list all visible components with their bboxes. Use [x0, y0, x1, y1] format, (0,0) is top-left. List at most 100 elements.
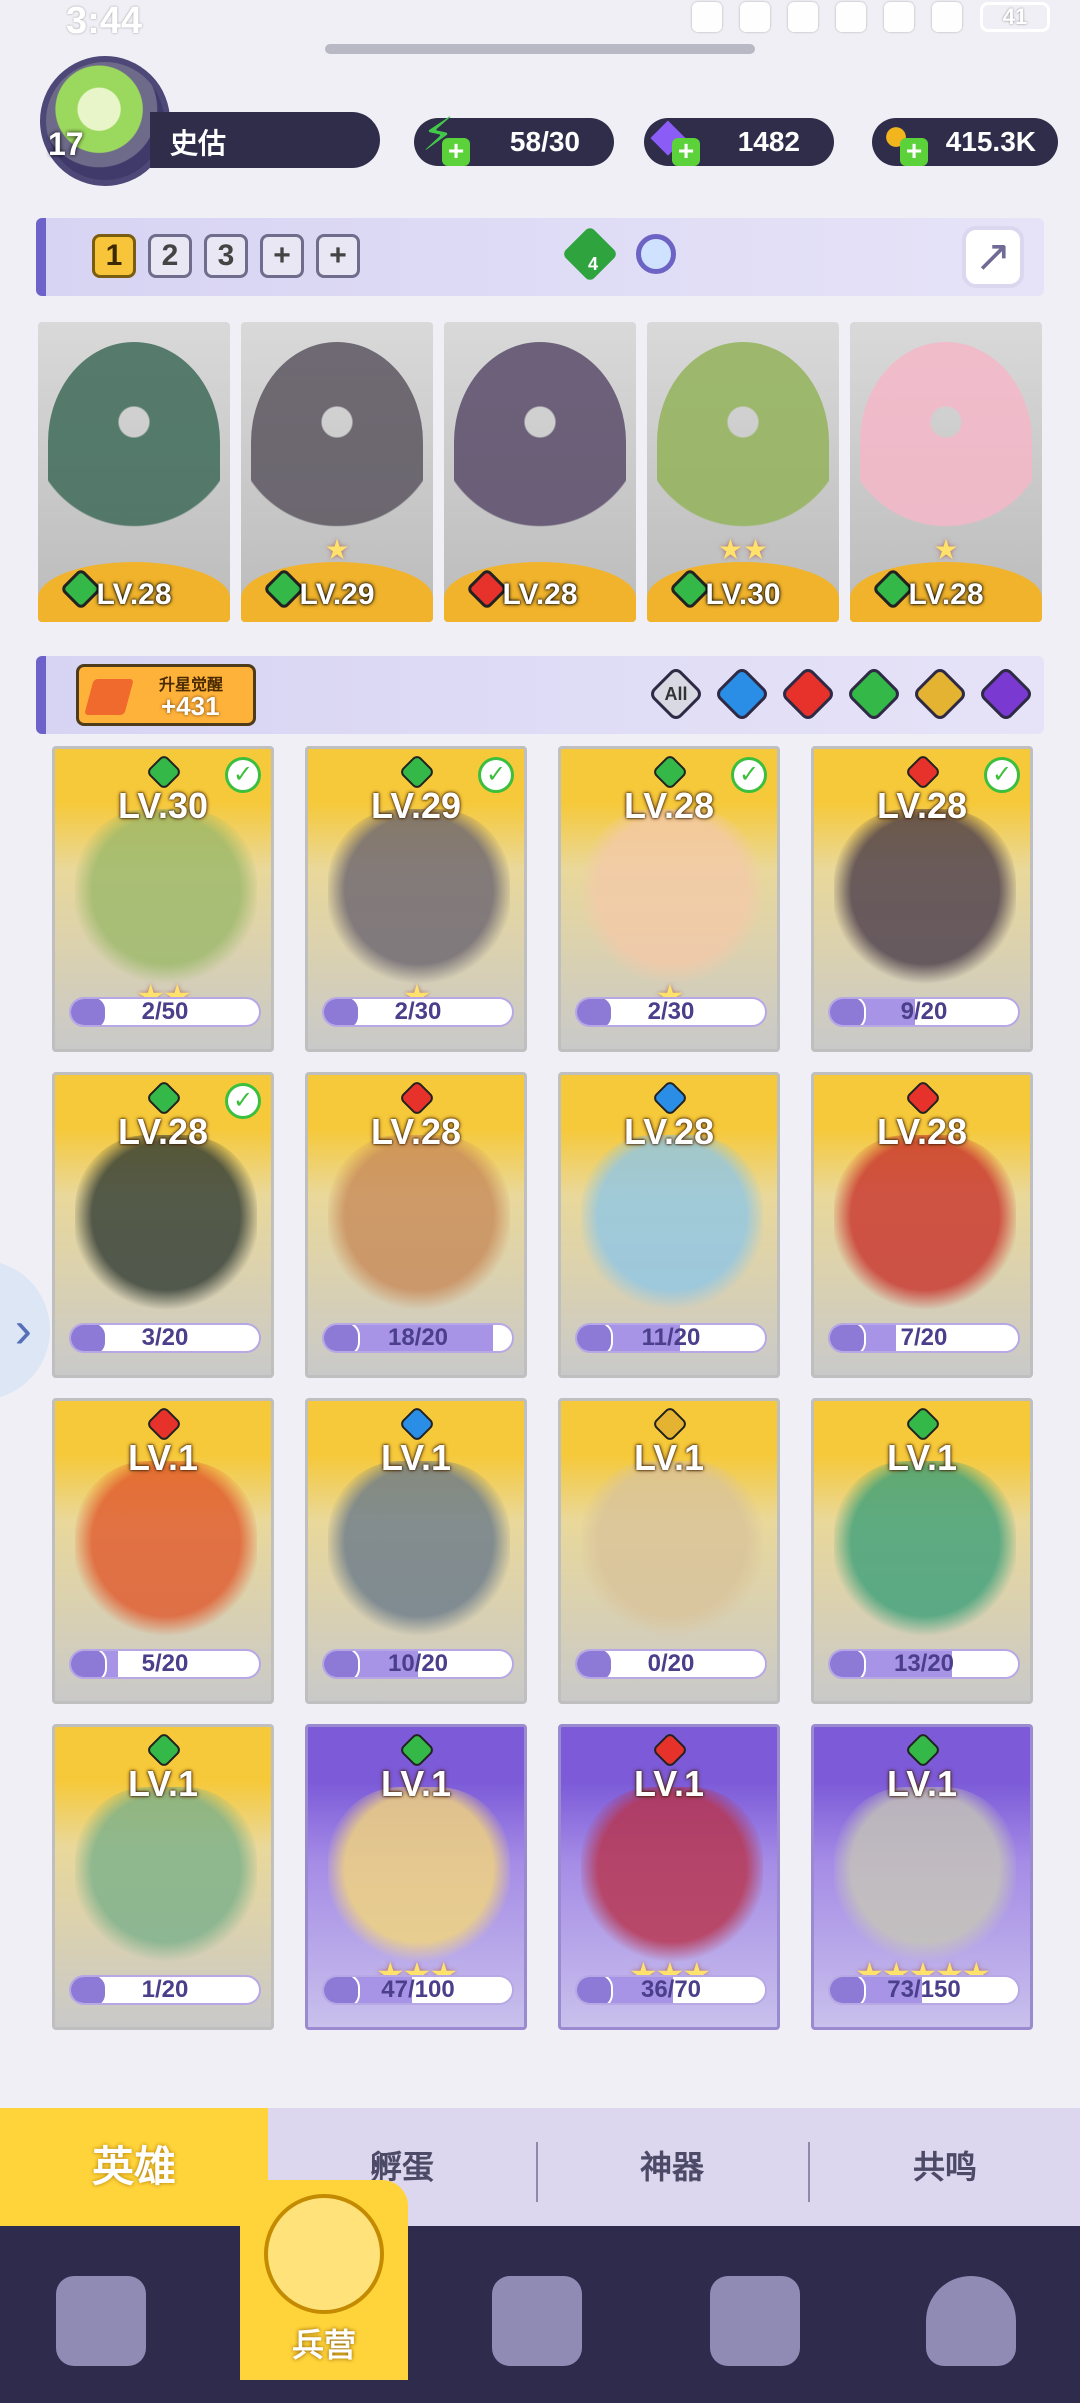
fragment-progress: 3/20 — [69, 1323, 261, 1353]
coin-resource[interactable]: ● + 415.3K — [872, 108, 1058, 166]
hero-portrait — [834, 1461, 1016, 1641]
expand-arrow-icon[interactable]: › — [0, 1260, 50, 1400]
add-team-tab[interactable]: + — [316, 234, 360, 278]
coin-value: 415.3K — [945, 126, 1036, 157]
progress-text: 5/20 — [141, 1650, 189, 1677]
hero-card[interactable]: LV.1 13/20 — [811, 1398, 1033, 1704]
fragment-progress: 1/20 — [69, 1975, 261, 2005]
nav-barracks[interactable]: 兵营 — [240, 2180, 408, 2380]
hero-card[interactable]: ✓ LV.29 ★ 2/30 — [305, 746, 527, 1052]
hero-card[interactable]: LV.28 11/20 — [558, 1072, 780, 1378]
hero-card[interactable]: LV.1 ★★★★★ 73/150 — [811, 1724, 1033, 2030]
nav-map[interactable] — [482, 2266, 592, 2376]
nav-cards[interactable] — [46, 2266, 156, 2376]
filter-fire-icon[interactable] — [779, 665, 837, 723]
status-icons: 41 — [692, 2, 1050, 32]
progress-text: 9/20 — [900, 998, 948, 1025]
team-hero-card[interactable]: ★ LV.29 — [241, 322, 433, 622]
progress-text: 13/20 — [893, 1650, 955, 1677]
alarm-icon — [740, 2, 770, 32]
fragment-progress: 18/20 — [322, 1323, 514, 1353]
hero-level: LV.28 — [502, 578, 578, 611]
team-lineup: LV.28 ★ LV.29 LV.28 ★★ LV.30 ★ LV.28 — [38, 322, 1042, 622]
search-icon[interactable] — [636, 234, 676, 274]
star-awaken-button[interactable]: 升星觉醒 +431 — [76, 664, 256, 726]
hero-card[interactable]: LV.1 0/20 — [558, 1398, 780, 1704]
fragment-progress: 47/100 — [322, 1975, 514, 2005]
tab-heroes[interactable]: 英雄 — [0, 2108, 268, 2226]
progress-text: 73/150 — [887, 1976, 961, 2003]
nav-barracks-label: 兵营 — [291, 2327, 356, 2363]
hero-card[interactable]: ✓ LV.28 9/20 — [811, 746, 1033, 1052]
hero-portrait — [75, 1135, 257, 1315]
hero-level: LV.1 — [633, 1437, 705, 1478]
filter-water-icon[interactable] — [713, 665, 771, 723]
hero-portrait — [328, 1787, 510, 1967]
drag-handle[interactable] — [325, 44, 755, 54]
tab-artifact[interactable]: 神器 — [538, 2108, 806, 2226]
team-hero-card[interactable]: LV.28 — [38, 322, 230, 622]
fragment-progress: 5/20 — [69, 1649, 261, 1679]
team-tab-3[interactable]: 3 — [204, 234, 248, 278]
nav-guild[interactable] — [916, 2266, 1026, 2376]
team-tab-2[interactable]: 2 — [148, 234, 192, 278]
hero-card[interactable]: LV.1 5/20 — [52, 1398, 274, 1704]
team-tab-1[interactable]: 1 — [92, 234, 136, 278]
hero-card[interactable]: LV.1 ★★★ 36/70 — [558, 1724, 780, 2030]
progress-text: 2/30 — [647, 998, 695, 1025]
filter-all-label: All — [664, 683, 688, 704]
hero-card[interactable]: LV.1 ★★★ 47/100 — [305, 1724, 527, 2030]
add-team-tab[interactable]: + — [260, 234, 304, 278]
progress-text: 2/50 — [141, 998, 189, 1025]
hero-portrait — [834, 1135, 1016, 1315]
hero-portrait — [328, 1135, 510, 1315]
energy-resource[interactable]: ⚡ + 58/30 — [414, 108, 614, 166]
fragment-progress: 13/20 — [828, 1649, 1020, 1679]
team-hero-card[interactable]: LV.28 — [444, 322, 636, 622]
tab-resonance[interactable]: 共鸣 — [810, 2108, 1080, 2226]
add-coin-icon[interactable]: + — [900, 137, 928, 166]
hero-portrait — [581, 1135, 763, 1315]
hero-level: LV.30 — [117, 785, 209, 826]
hero-card[interactable]: ✓ LV.30 ★★ 2/50 — [52, 746, 274, 1052]
team-tabs: 1 2 3 + + — [92, 234, 360, 278]
filter-all[interactable]: All — [647, 665, 705, 723]
hero-card[interactable]: ✓ LV.28 ★ 2/30 — [558, 746, 780, 1052]
team-hero-card[interactable]: ★★ LV.30 — [647, 322, 839, 622]
hero-portrait — [75, 1461, 257, 1641]
fragment-progress: 36/70 — [575, 1975, 767, 2005]
diamond-resource[interactable]: ◆ + 1482 — [644, 108, 834, 166]
fragment-progress: 7/20 — [828, 1323, 1020, 1353]
hero-level: LV.1 — [127, 1437, 199, 1478]
hero-portrait — [251, 342, 423, 542]
team-hero-card[interactable]: ★ LV.28 — [850, 322, 1042, 622]
add-diamond-icon[interactable]: + — [672, 137, 700, 166]
hero-level: LV.29 — [370, 785, 462, 826]
hero-level: LV.1 — [127, 1763, 199, 1804]
add-energy-icon[interactable]: + — [442, 137, 470, 166]
diamond-value: 1482 — [737, 126, 800, 157]
team-gem-count: 4 — [588, 254, 599, 274]
hero-card[interactable]: LV.1 10/20 — [305, 1398, 527, 1704]
nav-shop[interactable] — [700, 2266, 810, 2376]
hero-card[interactable]: LV.1 1/20 — [52, 1724, 274, 2030]
team-bar: 1 2 3 + + 4 ↗ — [36, 218, 1044, 296]
hero-card[interactable]: ✓ LV.28 3/20 — [52, 1072, 274, 1378]
cards-icon — [56, 2276, 146, 2366]
arrow-up-icon — [84, 679, 134, 715]
share-icon[interactable]: ↗ — [962, 226, 1024, 288]
filter-dark-icon[interactable] — [977, 665, 1035, 723]
hero-level: LV.1 — [380, 1763, 452, 1804]
shop-icon — [710, 2276, 800, 2366]
team-element-gem[interactable]: 4 — [561, 225, 619, 283]
hero-card[interactable]: LV.28 18/20 — [305, 1072, 527, 1378]
energy-value: 58/30 — [509, 126, 580, 157]
hero-card[interactable]: LV.28 7/20 — [811, 1072, 1033, 1378]
hero-level: LV.1 — [633, 1763, 705, 1804]
element-filters: All — [647, 665, 1035, 723]
fragment-progress: 2/30 — [322, 997, 514, 1027]
hero-portrait — [328, 809, 510, 989]
filter-light-icon[interactable] — [911, 665, 969, 723]
filter-grass-icon[interactable] — [845, 665, 903, 723]
player-name-bar[interactable]: 史估 — [150, 112, 380, 168]
